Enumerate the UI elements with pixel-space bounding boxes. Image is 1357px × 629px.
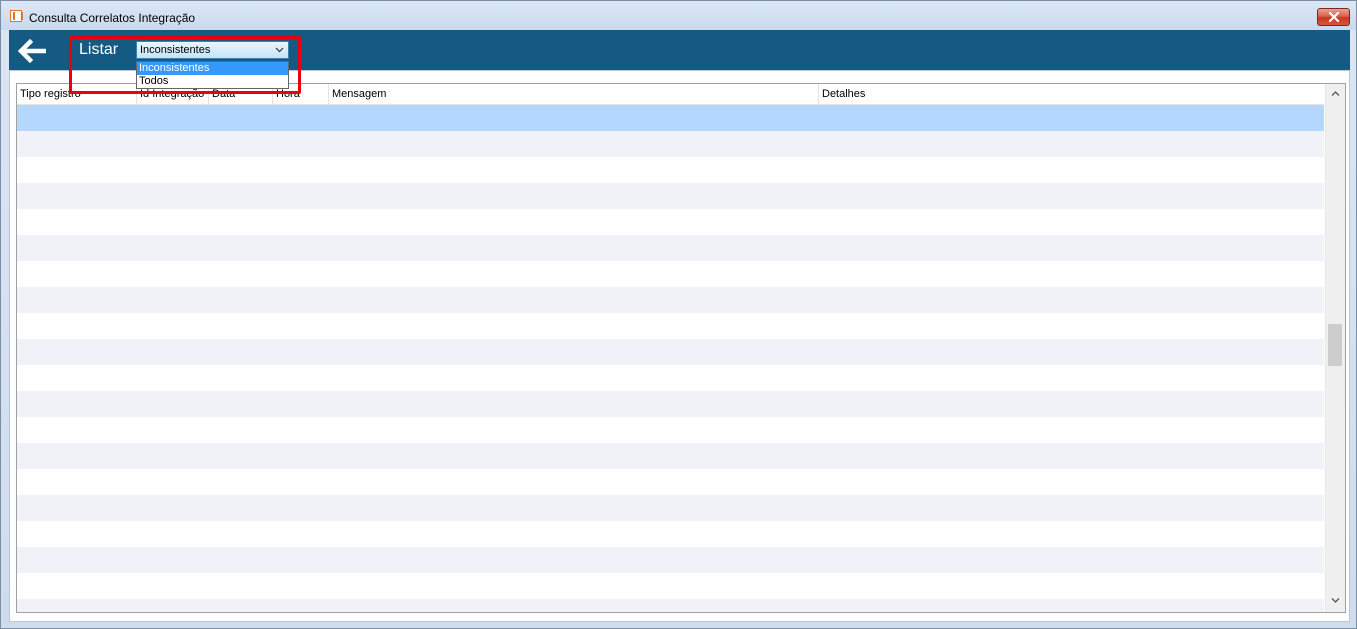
table-row[interactable]: [17, 547, 1324, 573]
filter-option-todos[interactable]: Todos: [137, 75, 288, 88]
table-row[interactable]: [17, 235, 1324, 261]
main-window: Consulta Correlatos Integração Listar In…: [0, 0, 1357, 629]
app-icon: [10, 10, 23, 22]
arrow-left-icon: [17, 39, 46, 63]
table-row[interactable]: [17, 183, 1324, 209]
column-header-tipo-registro[interactable]: Tipo registro: [17, 84, 137, 105]
filter-option-inconsistentes[interactable]: Inconsistentes: [137, 62, 288, 75]
results-grid[interactable]: Tipo registro Id Integração Data Hora Me…: [16, 83, 1346, 613]
scrollbar-thumb[interactable]: [1328, 324, 1342, 366]
window-title: Consulta Correlatos Integração: [29, 11, 196, 25]
table-row[interactable]: [17, 209, 1324, 235]
table-row[interactable]: [17, 599, 1324, 612]
content-panel: Tipo registro Id Integração Data Hora Me…: [9, 70, 1350, 622]
listar-label: Listar: [79, 41, 119, 58]
close-button[interactable]: [1317, 8, 1350, 26]
column-header-detalhes[interactable]: Detalhes: [819, 84, 1324, 105]
chevron-down-icon: [275, 47, 284, 53]
table-row[interactable]: [17, 131, 1324, 157]
table-row[interactable]: [17, 365, 1324, 391]
table-row[interactable]: [17, 157, 1324, 183]
table-row[interactable]: [17, 339, 1324, 365]
column-header-mensagem[interactable]: Mensagem: [329, 84, 819, 105]
filter-select[interactable]: Inconsistentes: [136, 41, 289, 59]
table-row[interactable]: [17, 495, 1324, 521]
close-icon: [1328, 12, 1339, 22]
table-row[interactable]: [17, 573, 1324, 599]
table-row[interactable]: [17, 313, 1324, 339]
table-row[interactable]: [17, 469, 1324, 495]
filter-dropdown-list: Inconsistentes Todos: [136, 61, 289, 89]
table-row[interactable]: [17, 287, 1324, 313]
table-row[interactable]: [17, 391, 1324, 417]
title-bar: Consulta Correlatos Integração: [1, 1, 1356, 30]
table-row[interactable]: [17, 443, 1324, 469]
table-row[interactable]: [17, 521, 1324, 547]
vertical-scrollbar[interactable]: [1325, 84, 1345, 612]
chevron-up-icon[interactable]: [1331, 90, 1340, 97]
table-row[interactable]: [17, 105, 1324, 131]
grid-rows: [17, 105, 1324, 612]
filter-selected-value: Inconsistentes: [140, 44, 211, 56]
table-row[interactable]: [17, 261, 1324, 287]
back-button[interactable]: [15, 36, 47, 66]
chevron-down-icon[interactable]: [1331, 597, 1340, 604]
table-row[interactable]: [17, 417, 1324, 443]
